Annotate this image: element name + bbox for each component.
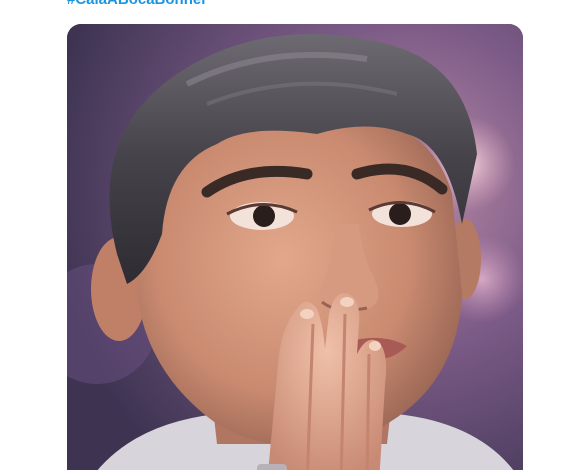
tweet-text: #CalaABocaBonner bbox=[67, 0, 207, 9]
tweet: #CalaABocaBonner bbox=[0, 0, 583, 470]
tweet-photo[interactable] bbox=[67, 24, 523, 470]
hashtag-link[interactable]: #CalaABocaBonner bbox=[67, 0, 207, 8]
man-photo-image bbox=[67, 24, 523, 470]
